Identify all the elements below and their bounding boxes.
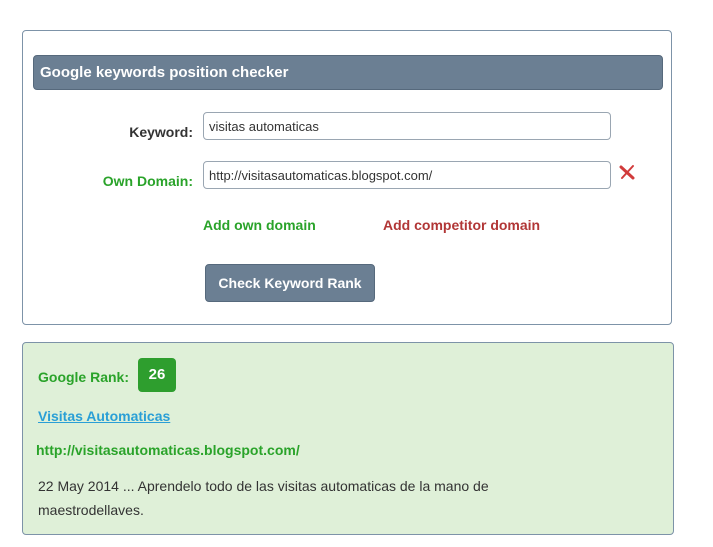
result-snippet: 22 May 2014 ... Aprendelo todo de las vi… xyxy=(38,478,489,518)
own-domain-input[interactable] xyxy=(203,161,611,189)
keyword-input[interactable] xyxy=(203,112,611,140)
keyword-label: Keyword: xyxy=(129,124,193,140)
remove-x-icon[interactable] xyxy=(619,164,635,180)
check-keyword-rank-button[interactable]: Check Keyword Rank xyxy=(205,264,375,302)
own-domain-label: Own Domain: xyxy=(102,173,193,189)
add-own-domain-link[interactable]: Add own domain xyxy=(203,217,316,233)
result-panel: Google Rank: 26 Visitas Automaticas http… xyxy=(22,342,674,535)
keyword-checker-panel: Google keywords position checker Keyword… xyxy=(22,30,672,325)
add-competitor-domain-link[interactable]: Add competitor domain xyxy=(383,217,540,233)
rank-badge: 26 xyxy=(138,358,176,392)
result-url: http://visitasautomaticas.blogspot.com/ xyxy=(36,442,300,458)
panel-title: Google keywords position checker xyxy=(33,55,663,90)
result-title-link[interactable]: Visitas Automaticas xyxy=(38,408,170,424)
google-rank-label: Google Rank: xyxy=(38,369,130,385)
